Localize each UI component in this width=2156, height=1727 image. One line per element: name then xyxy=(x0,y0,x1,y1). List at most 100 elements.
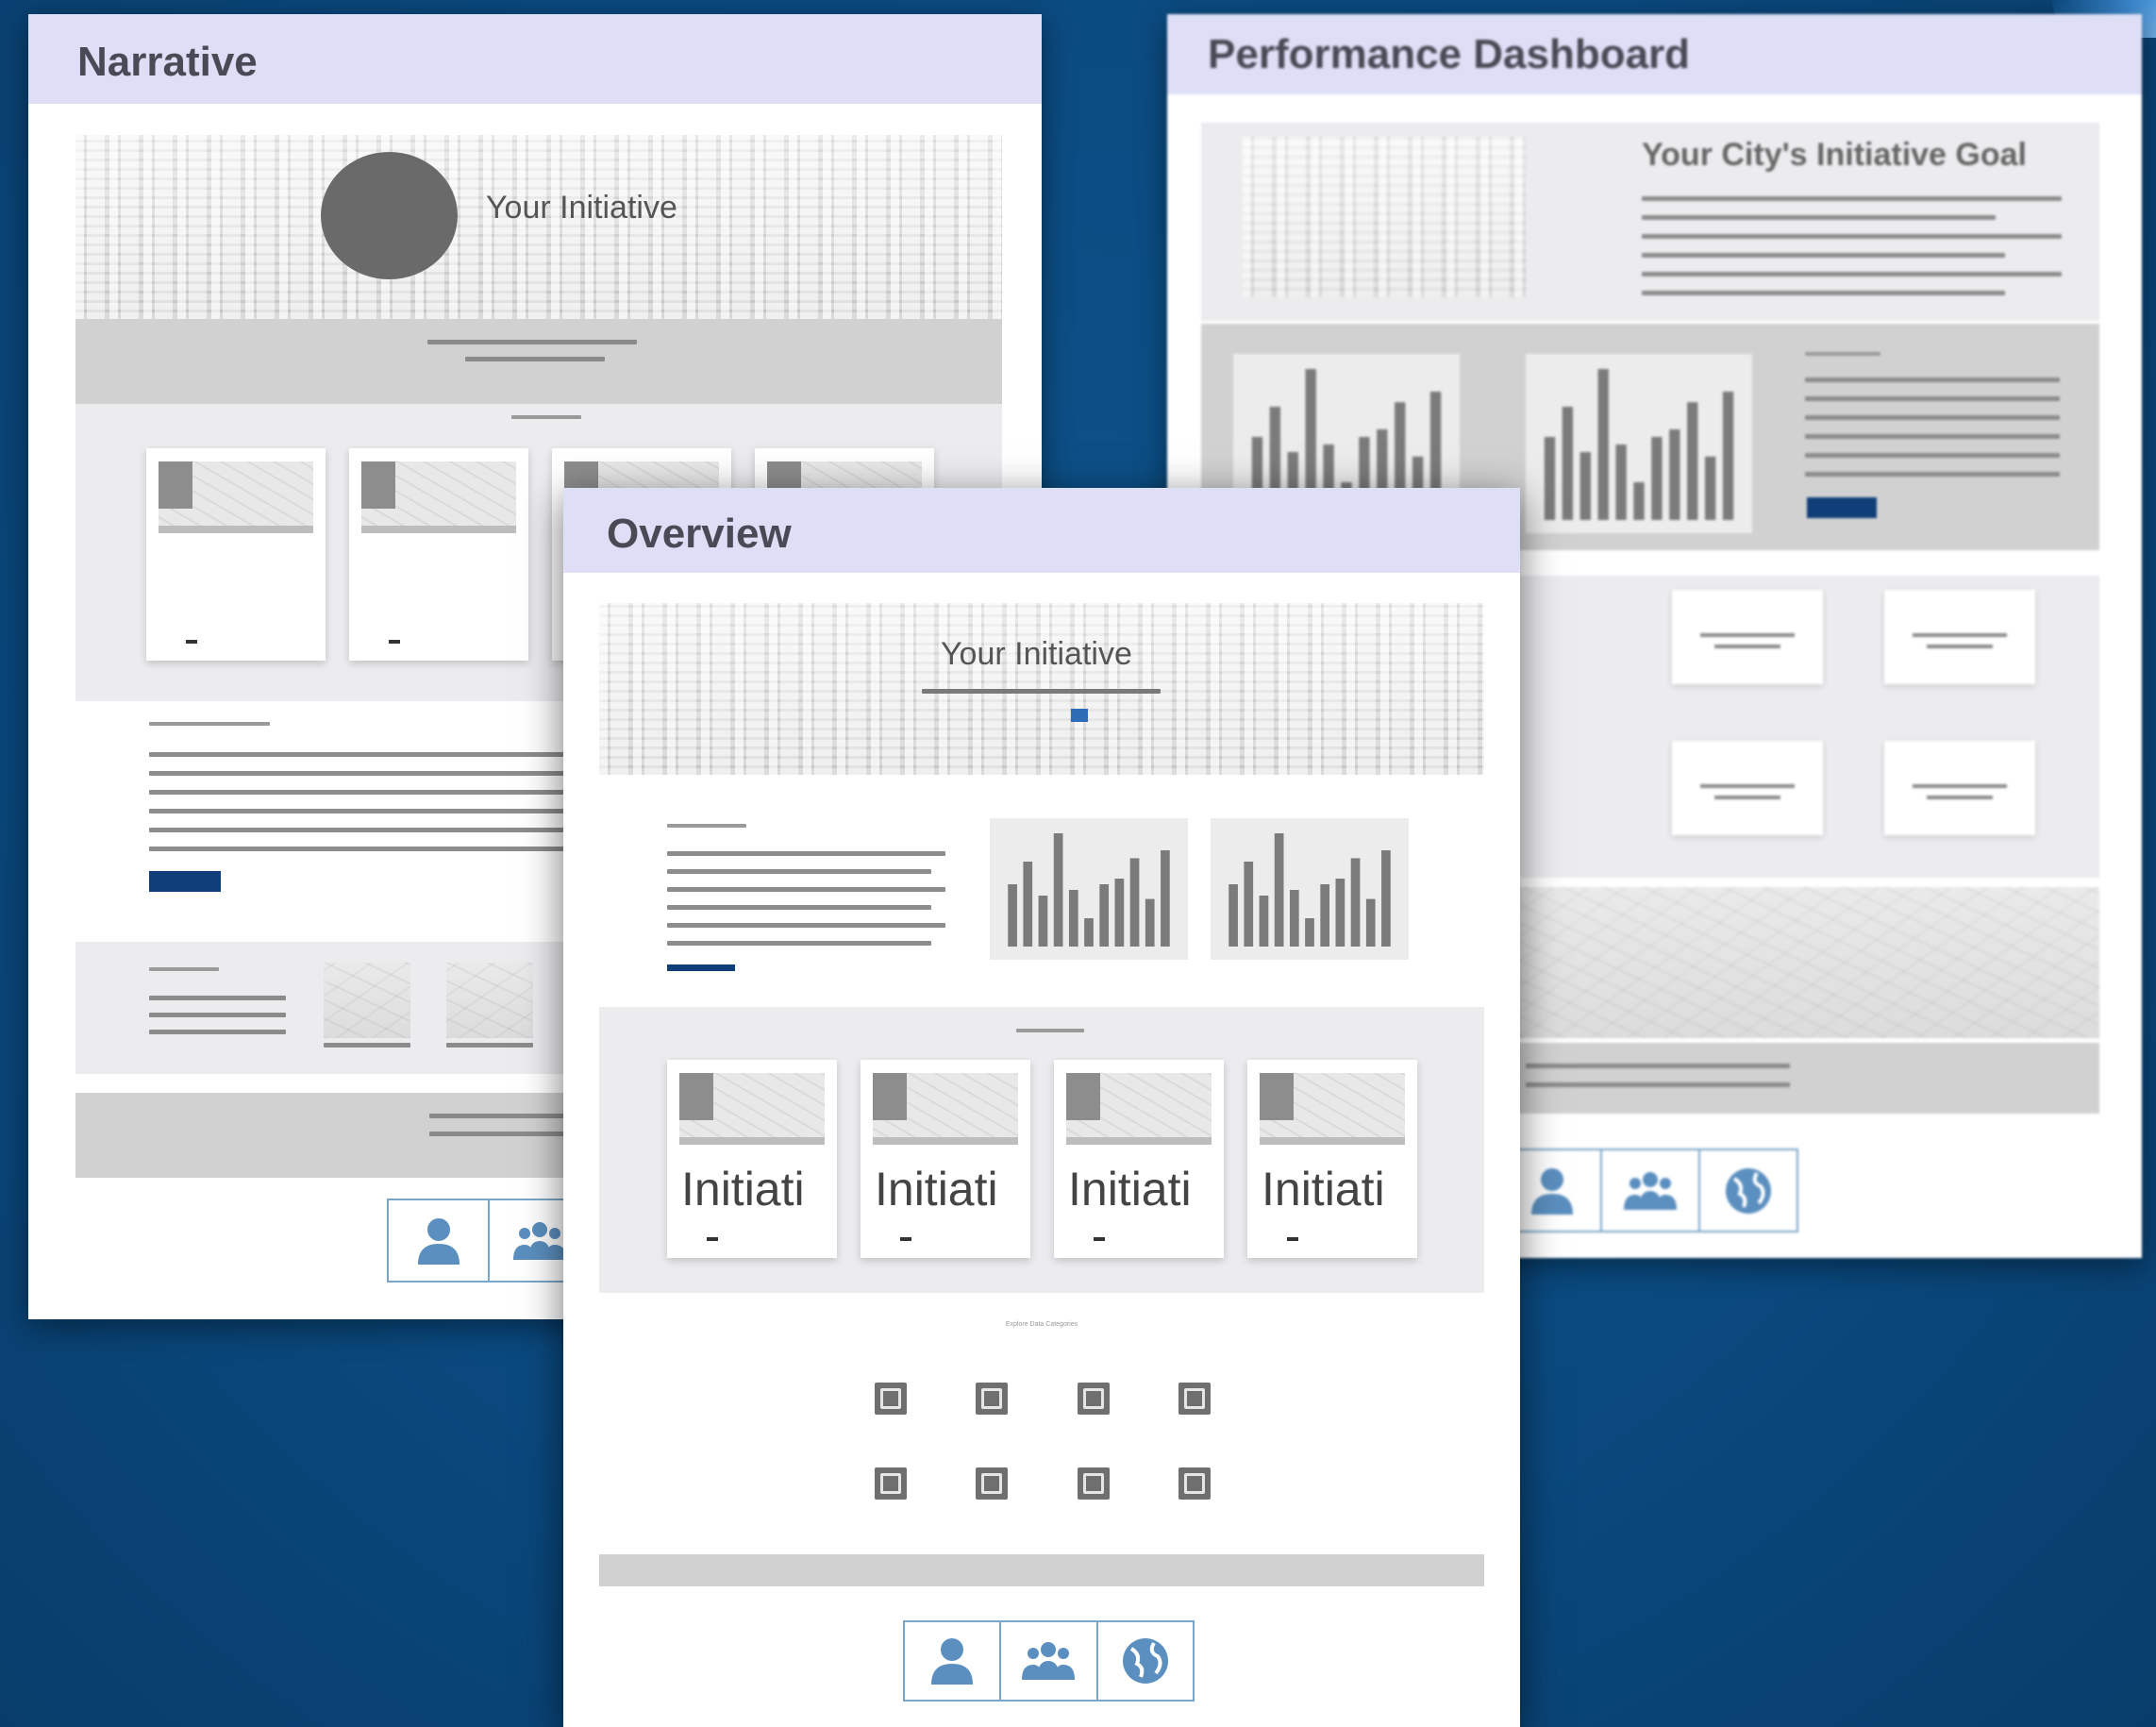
dashboard-stat-tile[interactable] xyxy=(1884,741,2035,835)
overview-initiatives-heading xyxy=(1016,1029,1084,1032)
narrative-text-line xyxy=(149,752,602,757)
narrative-resource-underline xyxy=(324,1043,410,1048)
initiative-card-label: Initiati xyxy=(681,1163,805,1216)
people-group-icon[interactable] xyxy=(1602,1150,1700,1231)
initiative-card[interactable]: Initiati xyxy=(667,1060,837,1258)
dashboard-goal-line xyxy=(1642,272,2062,277)
chart-bar xyxy=(1305,918,1314,947)
overview-hero-underline xyxy=(922,689,1161,694)
dashboard-stat-tile[interactable] xyxy=(1672,590,1823,684)
chart-bar xyxy=(1722,392,1734,520)
dashboard-goal-title: Your City's Initiative Goal xyxy=(1642,137,2027,173)
initiative-card-map-thumb xyxy=(1260,1073,1405,1145)
initiative-card-map-thumb xyxy=(1066,1073,1212,1145)
chart-bar xyxy=(1579,452,1591,520)
overview-audience-icons xyxy=(903,1620,1195,1702)
narrative-resources-line xyxy=(149,996,286,1000)
dashboard-chart-text-line xyxy=(1805,377,2060,382)
dashboard-chart-text-line xyxy=(1805,472,2060,477)
document-icon[interactable] xyxy=(976,1383,1008,1415)
chart-bar xyxy=(1350,858,1361,947)
dashboard-audience-icons xyxy=(1502,1149,1798,1232)
chart-bar xyxy=(1704,456,1716,520)
narrative-subtitle-line xyxy=(465,357,605,361)
narrative-hero-title: Your Initiative xyxy=(486,190,677,226)
initiative-card-marker xyxy=(707,1237,718,1241)
narrative-resource-thumb[interactable] xyxy=(324,963,410,1038)
chart-bar xyxy=(1259,896,1269,947)
narrative-resources-line xyxy=(149,1030,286,1034)
narrative-read-more-button[interactable] xyxy=(149,871,221,892)
chart-bar xyxy=(1008,884,1017,947)
initiative-card-map-thumb xyxy=(873,1073,1018,1145)
chart-bar xyxy=(1651,437,1663,520)
dashboard-bar-chart-svg xyxy=(1544,369,1734,520)
dashboard-chart-text-line xyxy=(1805,453,2060,458)
people-group-icon[interactable] xyxy=(1001,1622,1098,1700)
dashboard-goal-line xyxy=(1642,291,2005,295)
overview-intro-line xyxy=(667,851,945,856)
chart-bar xyxy=(1053,833,1063,947)
image-icon[interactable] xyxy=(1178,1383,1211,1415)
chart-bar xyxy=(1274,833,1284,947)
initiative-card[interactable]: Initiati xyxy=(1247,1060,1417,1258)
dashboard-goal-line xyxy=(1642,196,2062,201)
dashboard-bar-chart xyxy=(1526,354,1752,533)
phone-icon[interactable] xyxy=(1078,1467,1110,1500)
narrative-hero-avatar xyxy=(321,152,458,279)
dashboard-chart-text-line xyxy=(1805,434,2060,439)
narrative-card[interactable] xyxy=(349,448,528,661)
chart-bar xyxy=(1320,884,1330,947)
building-icon[interactable] xyxy=(1078,1383,1110,1415)
globe-icon[interactable] xyxy=(1700,1150,1797,1231)
dashboard-footer-line xyxy=(1526,1064,1790,1068)
person-badge-icon[interactable] xyxy=(875,1467,907,1500)
heart-shield-icon[interactable] xyxy=(976,1467,1008,1500)
globe-icon[interactable] xyxy=(1098,1622,1193,1700)
narrative-cards-heading-line xyxy=(511,415,581,419)
dashboard-chart-text-line xyxy=(1805,415,2060,420)
narrative-text-line xyxy=(149,771,602,776)
initiative-card-marker xyxy=(900,1237,911,1241)
narrative-resource-thumb[interactable] xyxy=(446,963,533,1038)
chart-icon[interactable] xyxy=(875,1383,907,1415)
dashboard-footer-line xyxy=(1526,1082,1790,1087)
overview-bar-chart xyxy=(990,818,1188,960)
person-icon[interactable] xyxy=(389,1200,491,1281)
narrative-card[interactable] xyxy=(146,448,326,661)
chart-bar xyxy=(1099,884,1110,947)
overview-bar-chart-svg xyxy=(1008,833,1170,947)
dashboard-learn-more-button[interactable] xyxy=(1807,497,1877,518)
narrative-resource-underline xyxy=(446,1043,533,1048)
chart-bar xyxy=(1228,884,1238,947)
overview-title: Overview xyxy=(607,511,792,557)
narrative-resources-heading xyxy=(149,967,219,971)
narrative-subtitle-line xyxy=(427,340,637,344)
chart-bar xyxy=(1244,862,1254,947)
person-icon[interactable] xyxy=(905,1622,1002,1700)
chart-bar xyxy=(1068,890,1078,947)
narrative-text-line xyxy=(149,828,602,832)
chart-bar xyxy=(1669,429,1680,520)
dashboard-stat-tile[interactable] xyxy=(1672,741,1823,835)
narrative-title: Narrative xyxy=(77,39,258,85)
chart-bar xyxy=(1023,862,1033,947)
overview-footer-band xyxy=(599,1554,1484,1586)
dashboard-stat-tile[interactable] xyxy=(1884,590,2035,684)
overview-bar-chart-svg xyxy=(1228,833,1391,947)
chart-bar xyxy=(1161,850,1170,947)
overview-read-more-link[interactable] xyxy=(667,964,735,971)
initiative-card[interactable]: Initiati xyxy=(861,1060,1030,1258)
initiative-card-label: Initiati xyxy=(1262,1163,1385,1216)
overview-bar-chart xyxy=(1211,818,1409,960)
chart-bar xyxy=(1289,890,1299,947)
narrative-subtitle-band xyxy=(75,319,1002,404)
narrative-text-line xyxy=(149,809,602,813)
initiative-card[interactable]: Initiati xyxy=(1054,1060,1224,1258)
dashboard-chart-text-heading xyxy=(1805,352,1880,356)
narrative-text-line xyxy=(149,790,602,795)
gallery-icon[interactable] xyxy=(1178,1467,1211,1500)
overview-intro-line xyxy=(667,869,931,874)
initiative-card-marker xyxy=(1287,1237,1298,1241)
chart-bar xyxy=(1544,437,1556,520)
